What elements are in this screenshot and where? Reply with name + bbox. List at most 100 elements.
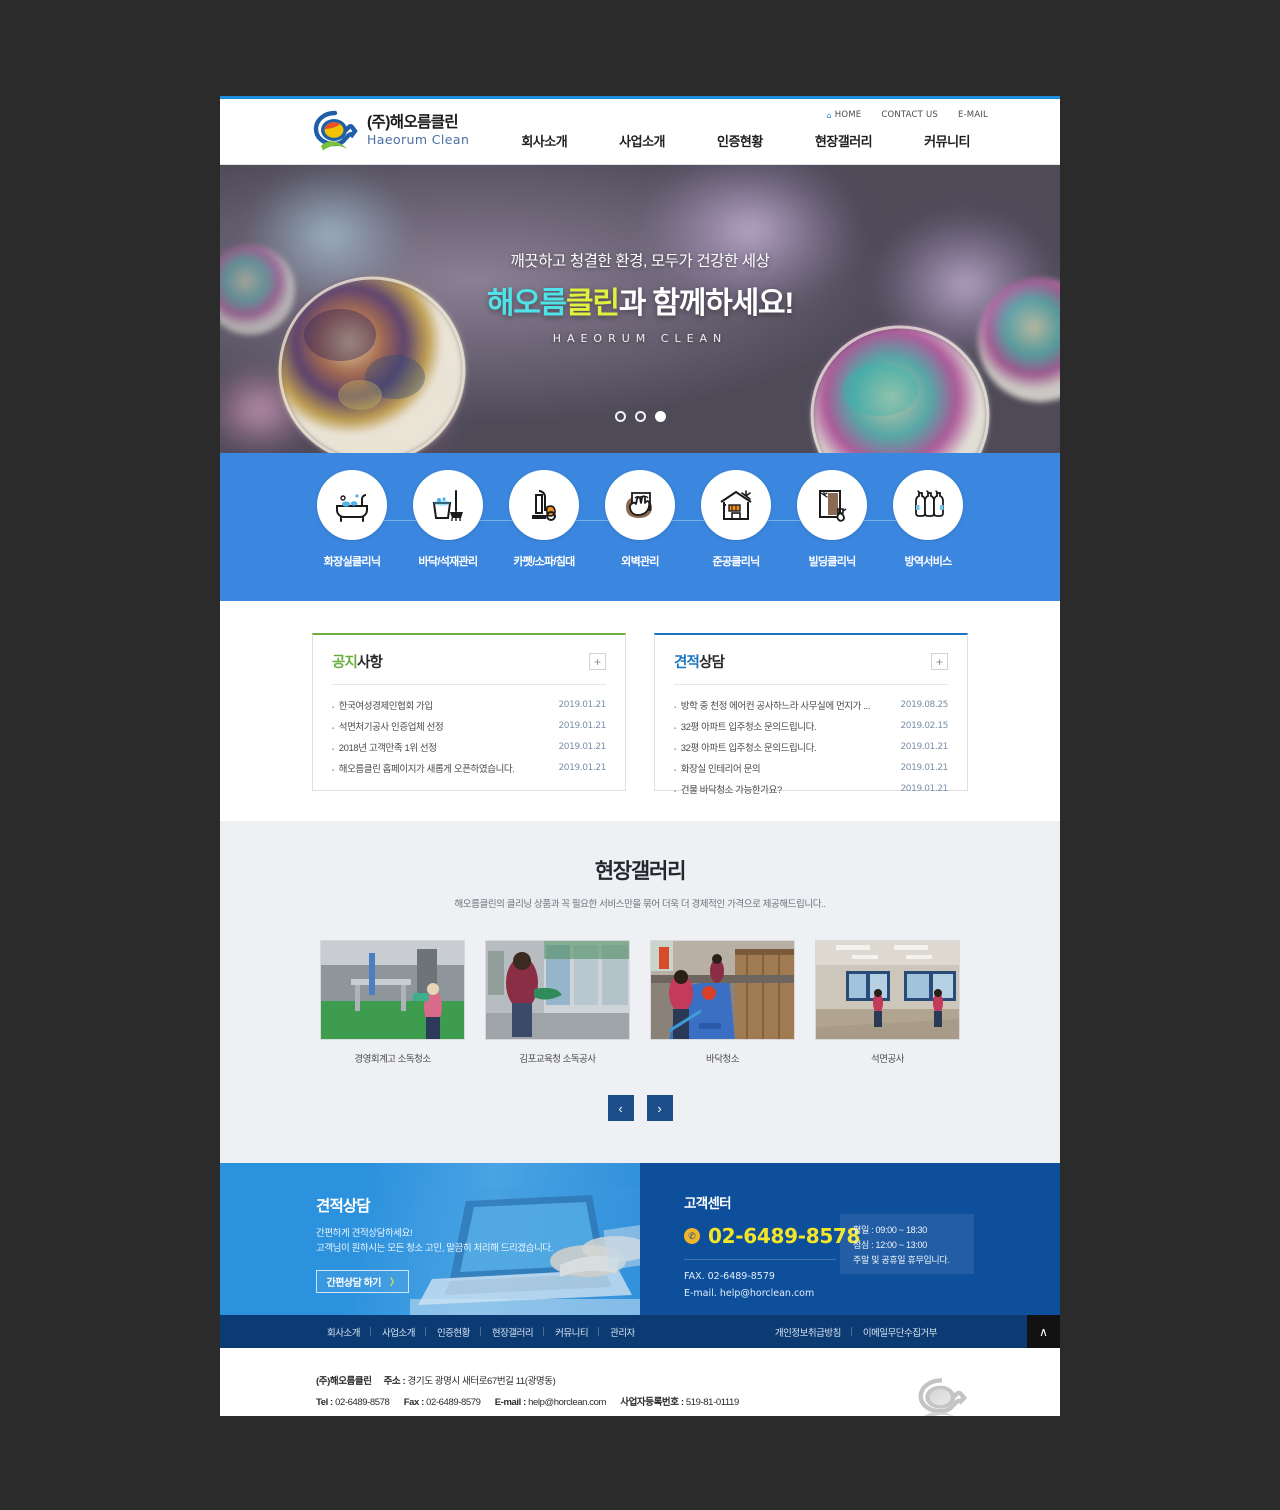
list-item[interactable]: 건물 바닥청소 가능한가요? 2019.01.21 [674, 779, 949, 800]
list-item[interactable]: 32평 아파트 입주청소 문의드립니다. 2019.02.15 [674, 715, 949, 736]
list-item[interactable]: 32평 아파트 입주청소 문의드립니다. 2019.01.21 [674, 736, 949, 757]
footer-link-admin[interactable]: 관리자 [599, 1325, 646, 1339]
footer-link-email-refusal[interactable]: 이메일무단수집거부 [852, 1325, 948, 1339]
quote-more-button[interactable]: + [931, 653, 948, 670]
footer-logo-icon [918, 1378, 968, 1416]
cta-section: 견적상담 간편하게 견적상담하세요! 고객님이 원하시는 모든 청소 고민, 말… [220, 1163, 1060, 1315]
nav-item-gallery[interactable]: 현장갤러리 [789, 131, 898, 150]
chevron-right-icon: 〉 [389, 1277, 399, 1288]
notice-item-text: 2018년 고객만족 1위 선정 [338, 742, 437, 754]
footer-nav: 회사소개 사업소개 인증현황 현장갤러리 커뮤니티 관리자 개인정보취급방침 이… [220, 1315, 1060, 1348]
util-link-email[interactable]: E-MAIL [958, 110, 988, 120]
cta-line-1: 간편하게 견적상담하세요! [316, 1228, 413, 1239]
hero-headline: 해오름클린과 함께하세요! [220, 278, 1060, 322]
customer-center-title: 고객센터 [684, 1196, 732, 1211]
boards-section: 공지사항 + 한국여성경제인협회 가입 2019.01.21 석면처기공사 인증업… [220, 601, 1060, 821]
quote-request-button-label: 간편상담 하기 [326, 1278, 382, 1290]
service-item-floor[interactable]: 바닥/석재관리 [400, 470, 496, 569]
business-hours-weekday: 평일 : 09:00 ~ 18:30 [853, 1225, 927, 1235]
quote-board: 견적상담 + 방학 중 천정 에어컨 공사하느라 사무실에 먼지가 ... 201… [654, 633, 968, 796]
footer-link-company[interactable]: 회사소개 [316, 1325, 371, 1339]
util-link-contact[interactable]: CONTACT US [881, 110, 938, 120]
service-item-carpet[interactable]: 카펫/소파/침대 [496, 470, 592, 569]
quote-item-text: 화장실 인테리어 문의 [680, 764, 761, 776]
footer-tel-label: Tel : [316, 1397, 333, 1408]
list-item[interactable]: 석면처기공사 인증업체 선정 2019.01.21 [332, 715, 607, 736]
hero-banner: 깨끗하고 청결한 환경, 모두가 건강한 세상 해오름클린과 함께하세요! HA… [220, 165, 1060, 453]
list-item[interactable]: 화장실 인테리어 문의 2019.01.21 [674, 758, 949, 779]
list-item[interactable]: 방학 중 천정 에어컨 공사하느라 사무실에 먼지가 ... 2019.08.25 [674, 694, 949, 715]
gallery-item: 경영회계고 소독청소 [320, 940, 465, 1065]
util-link-home-label: HOME [834, 110, 862, 120]
gallery-photo-3[interactable] [650, 940, 795, 1040]
service-item-disinfection[interactable]: 방역서비스 [880, 470, 976, 569]
gallery-title: 현장갤러리 [594, 860, 687, 883]
footer-link-business[interactable]: 사업소개 [371, 1325, 426, 1339]
footer-info: (주)해오름클린 주소 : 경기도 광명시 새터로67번길 11(광명동) Tel… [220, 1348, 1060, 1416]
logo-text-korean: (주)해오름클린 [367, 113, 459, 131]
service-item-building[interactable]: 빌딩클리닉 [784, 470, 880, 569]
window-spray-icon [797, 470, 867, 540]
gallery-prev-button[interactable]: ‹ [605, 1093, 636, 1123]
customer-center-block: 고객센터 ✆ 02-6489-8578 FAX. 02-6489-8579 E-… [640, 1163, 1060, 1315]
util-link-home[interactable]: ⌂ HOME [826, 110, 861, 120]
utility-nav: ⌂ HOME CONTACT US E-MAIL [826, 110, 988, 120]
cta-description: 간편하게 견적상담하세요! 고객님이 원하시는 모든 청소 고민, 말끔히 처리… [316, 1226, 640, 1256]
footer-fax-value: 02-6489-8579 [426, 1397, 481, 1408]
scroll-to-top-button[interactable]: ∧ [1027, 1315, 1060, 1348]
list-item[interactable]: 해오름클린 홈페이지가 새롭게 오픈하였습니다. 2019.01.21 [332, 758, 607, 779]
footer-link-certification[interactable]: 인증현황 [426, 1325, 481, 1339]
footer-nav-left: 회사소개 사업소개 인증현황 현장갤러리 커뮤니티 관리자 [316, 1325, 646, 1339]
list-item[interactable]: 한국여성경제인협회 가입 2019.01.21 [332, 694, 607, 715]
footer-biznum-value: 519-81-01119 [685, 1397, 739, 1408]
footer-link-privacy[interactable]: 개인정보취급방침 [764, 1325, 852, 1339]
nav-item-certification[interactable]: 인증현황 [691, 131, 789, 150]
notice-item-date: 2019.01.21 [558, 763, 606, 774]
footer-logo: Haeorum Clean [906, 1375, 978, 1416]
nav-item-community[interactable]: 커뮤니티 [898, 131, 996, 150]
service-item-exterior[interactable]: 외벽관리 [592, 470, 688, 569]
gallery-next-button[interactable]: › [644, 1093, 675, 1123]
gallery-photo-2[interactable] [485, 940, 630, 1040]
customer-center-phone-number: 02-6489-8578 [708, 1224, 861, 1248]
footer-email-label: E-mail : [494, 1397, 527, 1408]
service-item-construction[interactable]: 준공클리닉 [688, 470, 784, 569]
footer-address-value: 경기도 광명시 새터로67번길 11(광명동) [407, 1376, 556, 1387]
notice-item-text: 한국여성경제인협회 가입 [338, 700, 433, 712]
service-label-carpet: 카펫/소파/침대 [513, 556, 575, 568]
gallery-item: 바닥청소 [650, 940, 795, 1065]
footer-link-gallery[interactable]: 현장갤러리 [481, 1325, 545, 1339]
footer-link-community[interactable]: 커뮤니티 [544, 1325, 600, 1339]
notice-item-text: 해오름클린 홈페이지가 새롭게 오픈하였습니다. [338, 764, 515, 776]
nav-item-business[interactable]: 사업소개 [593, 131, 691, 150]
list-item[interactable]: 2018년 고객만족 1위 선정 2019.01.21 [332, 736, 607, 757]
business-hours-weekend: 주말 및 공휴일 휴무입니다. [853, 1254, 950, 1265]
notice-board-title: 공지사항 [332, 651, 383, 672]
hero-english-text: HAEORUM CLEAN [552, 332, 728, 345]
quote-item-date: 2019.01.21 [900, 741, 948, 752]
divider [684, 1259, 836, 1260]
quote-item-date: 2019.01.21 [900, 763, 948, 774]
phone-icon: ✆ [684, 1228, 700, 1244]
home-icon: ⌂ [826, 110, 832, 120]
footer-tel-value: 02-6489-8578 [335, 1397, 390, 1408]
slider-dot-3-active[interactable] [654, 411, 666, 422]
notice-more-button[interactable]: + [589, 653, 606, 670]
site-logo[interactable]: (주)해오름클린 Haeorum Clean [312, 108, 469, 154]
quote-request-button[interactable]: 간편상담 하기 〉 [316, 1270, 409, 1294]
service-item-toilet[interactable]: 화장실클리닉 [304, 470, 400, 569]
nav-item-company[interactable]: 회사소개 [495, 131, 593, 150]
quote-item-text: 건물 바닥청소 가능한가요? [680, 785, 783, 797]
gallery-photo-4[interactable] [815, 940, 960, 1040]
quote-item-text: 32평 아파트 입주청소 문의드립니다. [680, 742, 817, 754]
slider-dot-1[interactable] [614, 411, 626, 422]
notice-board: 공지사항 + 한국여성경제인협회 가입 2019.01.21 석면처기공사 인증업… [312, 633, 626, 791]
bathtub-icon [317, 470, 387, 540]
gallery-section: 현장갤러리 해오름클린의 클리닝 상품과 꼭 필요한 서비스만을 묶어 더욱 더… [220, 821, 1060, 1163]
cta-line-2: 고객님이 원하시는 모든 청소 고민, 말끔히 처리해 드리겠습니다. [316, 1243, 553, 1255]
slider-dot-2[interactable] [634, 411, 646, 422]
hero-headline-part2: 클린 [566, 287, 620, 320]
service-label-disinfection: 방역서비스 [904, 556, 952, 568]
gallery-photo-1[interactable] [320, 940, 465, 1040]
notice-list: 한국여성경제인협회 가입 2019.01.21 석면처기공사 인증업체 선정 201… [332, 685, 607, 779]
